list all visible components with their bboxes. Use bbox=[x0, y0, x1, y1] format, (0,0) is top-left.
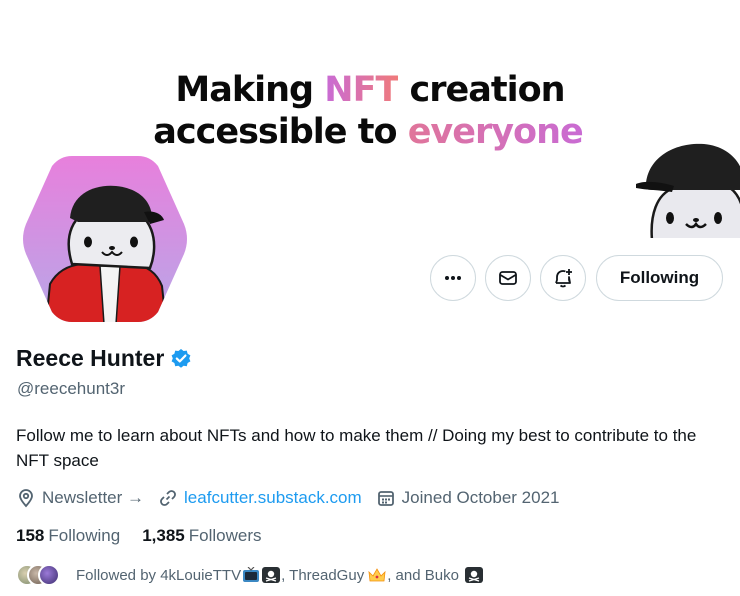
followed-by-row[interactable]: Followed by 4kLouieTTV , ThreadGuy , and… bbox=[16, 563, 484, 587]
profile-meta-row: Newsletter → leafcutter.substack.com Joi… bbox=[16, 486, 560, 510]
followed-by-text-2: , ThreadGuy bbox=[281, 566, 365, 584]
followed-by-text-1: Followed by 4kLouieTTV bbox=[76, 566, 242, 584]
joined-text: Joined October 2021 bbox=[401, 488, 560, 507]
location-text: Newsletter → bbox=[42, 488, 145, 507]
location-pin-icon bbox=[19, 489, 33, 508]
more-options-button[interactable] bbox=[430, 255, 476, 301]
banner-highlight-everyone: everyone bbox=[407, 112, 584, 152]
envelope-icon bbox=[499, 271, 517, 285]
website-link[interactable]: leafcutter.substack.com bbox=[184, 488, 362, 508]
banner-text: creation bbox=[398, 70, 566, 110]
banner-headline-line2: accessible to everyone bbox=[0, 112, 738, 152]
banner-highlight-nft: NFT bbox=[324, 70, 399, 110]
following-count: 158 bbox=[16, 526, 45, 545]
followed-by-text-3: , and Buko bbox=[387, 566, 459, 584]
follower-avatar bbox=[38, 564, 60, 586]
link-icon bbox=[160, 490, 176, 506]
more-dots-icon bbox=[445, 276, 461, 280]
avatar[interactable] bbox=[20, 154, 190, 324]
bell-plus-icon bbox=[555, 269, 572, 288]
follow-counts: 158 Following 1,385 Followers bbox=[16, 526, 283, 546]
follower-avatars bbox=[16, 563, 62, 587]
profile-name-row: Reece Hunter bbox=[16, 345, 192, 372]
profile-bio: Follow me to learn about NFTs and how to… bbox=[16, 426, 697, 470]
profile-name: Reece Hunter bbox=[16, 345, 165, 371]
following-count-link[interactable]: 158 Following bbox=[16, 526, 120, 546]
banner-text: accessible to bbox=[153, 112, 408, 152]
followers-count: 1,385 bbox=[142, 526, 185, 545]
notifications-button[interactable] bbox=[540, 255, 586, 301]
message-button[interactable] bbox=[485, 255, 531, 301]
profile-handle: @reecehunt3r bbox=[17, 379, 125, 398]
crown-emoji-icon bbox=[368, 568, 386, 582]
website-item[interactable]: leafcutter.substack.com bbox=[158, 488, 362, 508]
tv-emoji-icon bbox=[243, 567, 260, 582]
verified-badge-icon[interactable] bbox=[170, 348, 192, 370]
pirate-flag-emoji-icon bbox=[464, 567, 483, 583]
banner-text: Making bbox=[175, 70, 325, 110]
pirate-flag-emoji-icon bbox=[262, 567, 281, 583]
seal-mascot-illustration bbox=[636, 143, 740, 238]
followers-label: Followers bbox=[188, 526, 262, 545]
followers-count-link[interactable]: 1,385 Followers bbox=[142, 526, 261, 546]
location-item: Newsletter → bbox=[16, 488, 144, 508]
following-button[interactable]: Following bbox=[596, 255, 723, 301]
banner-headline-line1: Making NFT creation bbox=[0, 70, 740, 110]
following-label: Following bbox=[48, 526, 121, 545]
calendar-icon bbox=[377, 491, 394, 506]
joined-item: Joined October 2021 bbox=[376, 488, 560, 508]
